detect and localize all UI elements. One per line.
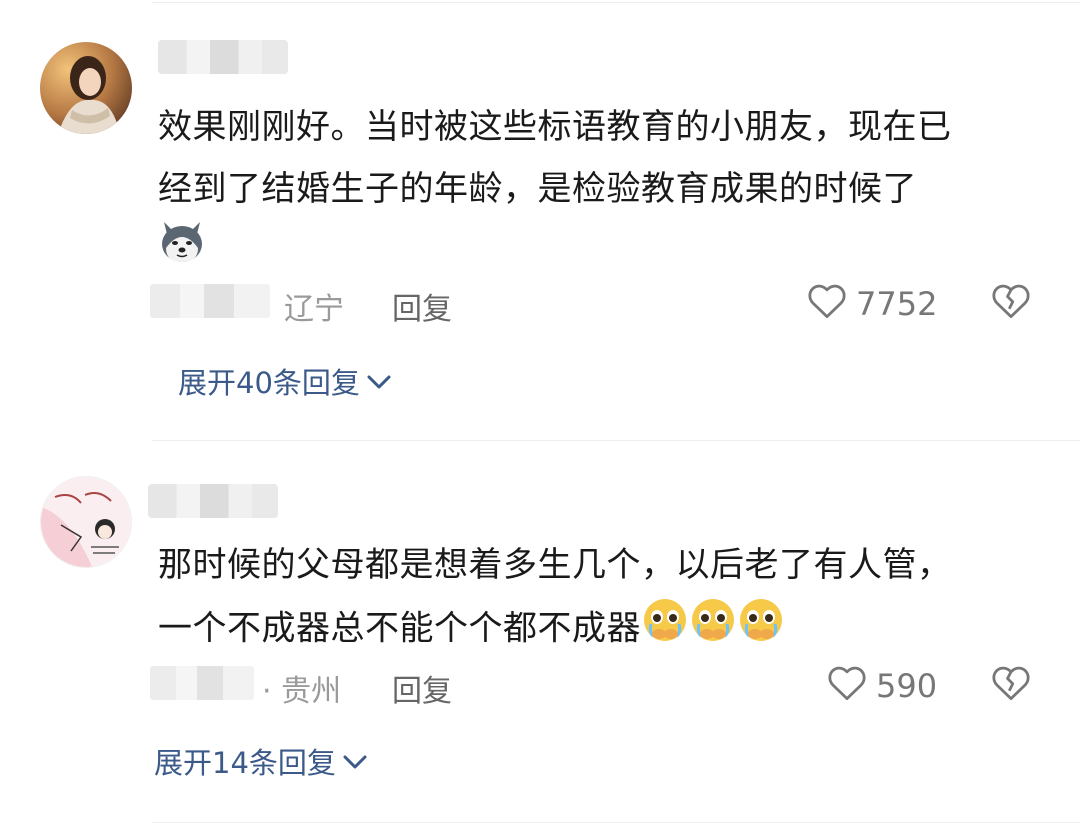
comment-text-line: 效果刚刚好。当时被这些标语教育的小朋友，现在已 xyxy=(158,107,952,147)
expand-replies-button[interactable]: 展开40条回复 xyxy=(178,360,392,402)
like-button[interactable]: 7752 xyxy=(806,280,937,328)
comment-text-line: 那时候的父母都是想着多生几个，以后老了有人管， xyxy=(158,545,952,585)
expand-replies-label: 展开40条回复 xyxy=(178,366,360,400)
location-label: 辽宁 xyxy=(284,292,344,327)
expand-replies-button[interactable]: 展开14条回复 xyxy=(154,740,368,782)
broken-heart-icon xyxy=(990,284,1032,324)
heart-outline-icon xyxy=(806,280,848,328)
like-count: 590 xyxy=(876,667,938,705)
reply-button[interactable]: 回复 xyxy=(392,666,452,710)
comment-text: 效果刚刚好。当时被这些标语教育的小朋友，现在已 经到了结婚生子的年龄，是检验教育… xyxy=(158,96,1040,220)
avatar[interactable] xyxy=(40,476,132,568)
expand-replies-label: 展开14条回复 xyxy=(154,746,336,780)
husky-dog-emoji xyxy=(158,216,206,268)
comment-text-line: 经到了结婚生子的年龄，是检验教育成果的时候了 xyxy=(158,169,917,209)
crying-face-emoji xyxy=(641,596,689,664)
bottom-divider xyxy=(152,822,1080,823)
reply-button[interactable]: 回复 xyxy=(392,284,452,328)
chevron-down-icon xyxy=(342,744,368,778)
chevron-down-icon xyxy=(366,364,392,398)
time-info xyxy=(150,284,270,318)
username[interactable] xyxy=(158,40,288,74)
location-label: · 贵州 xyxy=(262,674,342,709)
time-info xyxy=(150,666,254,700)
comment-text-line-content: 一个不成器总不能个个都不成器 xyxy=(158,608,641,649)
like-count: 7752 xyxy=(856,285,938,323)
username[interactable] xyxy=(148,484,278,518)
like-button[interactable]: 590 xyxy=(826,662,937,710)
avatar[interactable] xyxy=(40,42,132,134)
broken-heart-icon xyxy=(990,666,1032,706)
comment-text-line: 一个不成器总不能个个都不成器 xyxy=(158,596,1040,664)
crying-face-emoji xyxy=(689,596,737,664)
crying-face-emoji xyxy=(737,596,785,664)
dislike-button[interactable] xyxy=(990,662,1032,706)
heart-outline-icon xyxy=(826,662,868,710)
dislike-button[interactable] xyxy=(990,280,1032,324)
comment-text: 那时候的父母都是想着多生几个，以后老了有人管， 一个不成器总不能个个都不成器 xyxy=(158,534,1040,664)
top-divider xyxy=(152,2,1080,3)
comment-divider xyxy=(152,440,1080,441)
